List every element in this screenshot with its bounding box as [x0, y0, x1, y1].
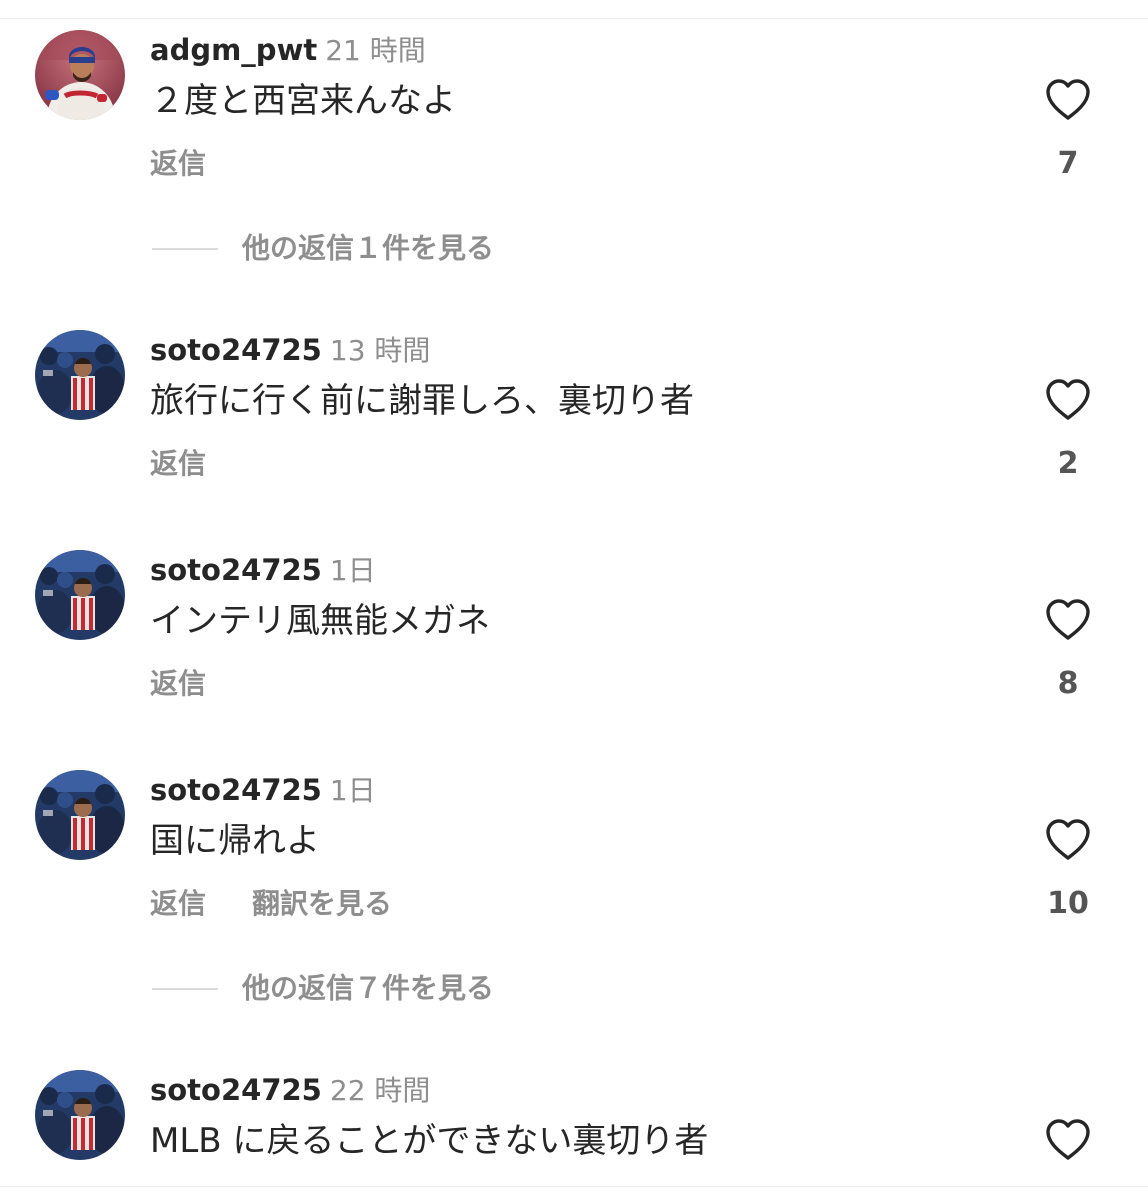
comment-actions: 返信	[150, 444, 206, 484]
like-count: 7	[1057, 146, 1079, 181]
heart-icon[interactable]	[1044, 598, 1092, 646]
bottom-divider	[0, 1186, 1148, 1187]
comment-header: soto24725 1日	[150, 550, 376, 590]
comment-text: MLB に戻ることができない裏切り者	[150, 1121, 709, 1161]
comment-header: soto24725 13 時間	[150, 330, 430, 370]
like-count: 2	[1057, 446, 1079, 481]
heart-icon[interactable]	[1044, 378, 1092, 426]
timestamp: 22 時間	[329, 1074, 431, 1107]
timestamp: 21 時間	[325, 34, 426, 67]
like-count: 8	[1057, 666, 1079, 701]
replies-divider	[152, 247, 218, 250]
comment-header: soto24725 1日	[150, 770, 376, 810]
comment-actions: 返信	[150, 144, 206, 184]
timestamp: 13 時間	[329, 334, 431, 367]
like-count: 10	[1047, 886, 1089, 921]
replies-divider	[152, 987, 218, 990]
crowd-photo-icon	[35, 550, 125, 640]
crowd-photo-icon	[35, 770, 125, 860]
player-photo-icon	[35, 30, 125, 120]
heart-icon[interactable]	[1044, 1118, 1092, 1166]
reply-button[interactable]: 返信	[150, 887, 206, 920]
view-replies-label: 他の返信１件を見る	[242, 231, 495, 265]
username[interactable]: soto24725	[150, 333, 322, 367]
crowd-photo-icon	[35, 330, 125, 420]
view-replies-button[interactable]: 他の返信７件を見る	[152, 968, 494, 1008]
top-divider	[0, 18, 1148, 19]
timestamp: 1日	[329, 774, 376, 807]
heart-icon[interactable]	[1044, 818, 1092, 866]
comment-header: adgm_pwt 21 時間	[150, 30, 426, 70]
comment-actions: 返信	[150, 664, 206, 704]
comment-header: soto24725 22 時間	[150, 1070, 430, 1110]
avatar[interactable]	[35, 1070, 125, 1160]
view-replies-label: 他の返信７件を見る	[242, 971, 495, 1005]
username[interactable]: soto24725	[150, 1073, 322, 1107]
see-translation-button[interactable]: 翻訳を見る	[252, 887, 392, 920]
avatar[interactable]	[35, 550, 125, 640]
reply-button[interactable]: 返信	[150, 667, 206, 700]
comment-text: ２度と西宮来んなよ	[150, 81, 456, 121]
like-control: 2	[1026, 378, 1110, 482]
reply-button[interactable]: 返信	[150, 147, 206, 180]
avatar[interactable]	[35, 30, 125, 120]
like-control: 10	[1026, 818, 1110, 922]
avatar[interactable]	[35, 770, 125, 860]
comment-text: 旅行に行く前に謝罪しろ、裏切り者	[150, 381, 694, 421]
reply-button[interactable]: 返信	[150, 447, 206, 480]
heart-icon[interactable]	[1044, 78, 1092, 126]
like-control	[1026, 1118, 1110, 1166]
avatar[interactable]	[35, 330, 125, 420]
view-replies-button[interactable]: 他の返信１件を見る	[152, 228, 494, 268]
username[interactable]: adgm_pwt	[150, 33, 317, 67]
like-control: 8	[1026, 598, 1110, 702]
comment-text: 国に帰れよ	[150, 821, 320, 861]
like-control: 7	[1026, 78, 1110, 182]
comment-text: インテリ風無能メガネ	[150, 601, 490, 641]
comment-actions: 返信 翻訳を見る	[150, 884, 392, 924]
crowd-photo-icon	[35, 1070, 125, 1160]
timestamp: 1日	[329, 554, 376, 587]
username[interactable]: soto24725	[150, 773, 322, 807]
username[interactable]: soto24725	[150, 553, 322, 587]
